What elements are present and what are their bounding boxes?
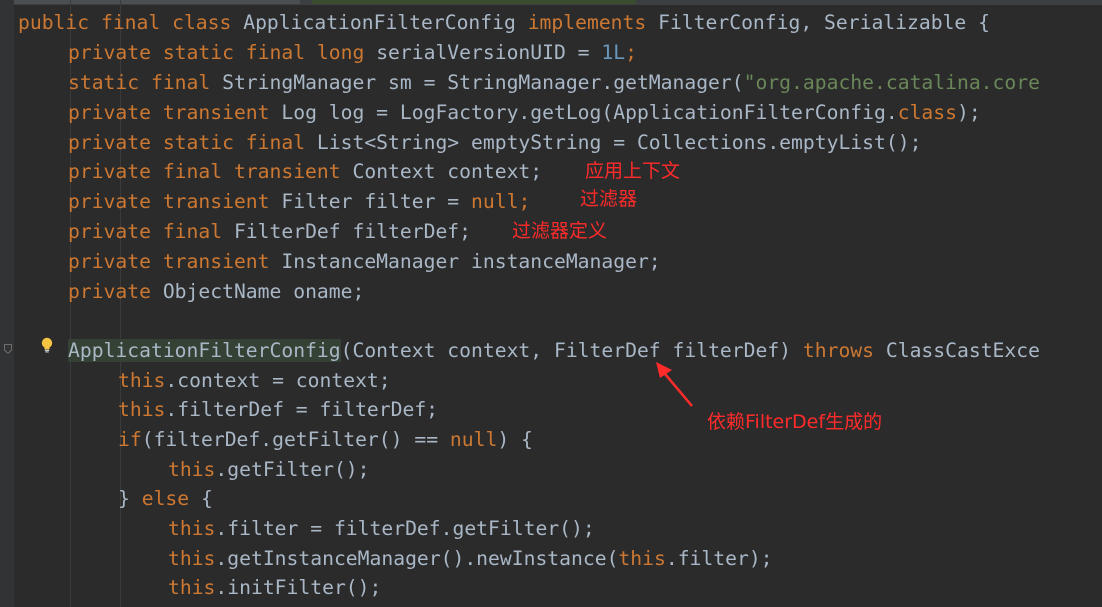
annotation-filter: 过滤器: [580, 188, 638, 210]
annotation-arrow-note: 依赖FilterDef生成的: [707, 411, 883, 433]
exception-name: ClassCastExce: [885, 339, 1040, 362]
code-text: .filter = filterDef.getFilter();: [215, 517, 595, 540]
code-text: Filter filter =: [281, 190, 472, 213]
code-text: StringManager sm = StringManager.getMana…: [222, 71, 744, 94]
annotation-filterdef: 过滤器定义: [512, 220, 608, 242]
code-text: FilterDef filterDef;: [233, 220, 472, 243]
code-text: InstanceManager instanceManager;: [281, 250, 661, 273]
code-text: }: [118, 487, 142, 510]
tab-inactive[interactable]: [0, 0, 300, 4]
code-text: (filterDef.getFilter() ==: [141, 428, 450, 451]
code-text: .filter);: [665, 547, 773, 570]
code-text: .filterDef = filterDef;: [165, 398, 439, 421]
code-line-sm[interactable]: static final StringManager sm = StringMa…: [68, 68, 1040, 98]
number-literal: 1L: [601, 41, 626, 64]
code-line-serial[interactable]: private static final long serialVersionU…: [68, 38, 637, 68]
code-text: List<String> emptyString = Collections.e…: [316, 131, 922, 154]
code-text: .context = context;: [165, 369, 391, 392]
code-line-this-filter[interactable]: this.filter = filterDef.getFilter();: [168, 514, 595, 544]
keyword: this: [168, 576, 216, 599]
code-text: ObjectName oname;: [162, 280, 365, 303]
keyword: else: [141, 487, 190, 510]
code-line-empty-string[interactable]: private static final List<String> emptyS…: [68, 128, 921, 158]
semicolon: ;: [518, 190, 531, 213]
tab-strip: [0, 0, 1102, 5]
code-line-oname[interactable]: private ObjectName oname;: [68, 277, 364, 307]
field-name: serialVersionUID =: [376, 41, 602, 64]
keyword: if: [118, 428, 142, 451]
keyword: private transient: [68, 190, 282, 213]
code-line-constructor[interactable]: ApplicationFilterConfig(Context context,…: [68, 336, 1040, 366]
code-line-else[interactable]: } else {: [118, 484, 213, 514]
class-name: ApplicationFilterConfig: [243, 11, 528, 34]
code-line-if[interactable]: if(filterDef.getFilter() == null) {: [118, 425, 533, 455]
keyword: null: [471, 190, 519, 213]
string-literal: "org.apache.catalina.core: [743, 71, 1040, 94]
keyword: this: [168, 517, 216, 540]
interfaces: FilterConfig, Serializable {: [658, 11, 990, 34]
keyword: class: [897, 101, 957, 124]
code-line-this-context[interactable]: this.context = context;: [118, 366, 391, 396]
red-arrow-icon: [656, 362, 693, 407]
lightbulb-icon[interactable]: [40, 337, 54, 353]
code-text: );: [956, 101, 981, 124]
keyword: this: [618, 547, 666, 570]
code-line-instance-manager[interactable]: private transient InstanceManager instan…: [68, 247, 661, 277]
code-text: Context context;: [352, 160, 543, 183]
code-line-get-filter[interactable]: this.getFilter();: [168, 455, 370, 485]
code-text: .initFilter();: [215, 576, 382, 599]
keyword: static final: [68, 71, 223, 94]
code-text: (Context context, FilterDef filterDef): [340, 339, 803, 362]
tab-active[interactable]: [312, 0, 636, 4]
code-line-new-instance[interactable]: this.getInstanceManager().newInstance(th…: [168, 544, 773, 574]
editor-gutter: [0, 0, 14, 607]
code-text: Log log = LogFactory.getLog(ApplicationF…: [281, 101, 898, 124]
keyword: this: [118, 398, 166, 421]
keyword: private static final long: [68, 41, 377, 64]
fold-marker-icon[interactable]: [4, 344, 12, 354]
code-line-class-decl[interactable]: public final class ApplicationFilterConf…: [18, 8, 990, 38]
keyword: throws: [802, 339, 886, 362]
keyword: implements: [527, 11, 659, 34]
keyword: null: [449, 428, 498, 451]
keyword: this: [168, 458, 216, 481]
code-line-filterdef[interactable]: private final FilterDef filterDef;: [68, 217, 471, 247]
annotation-context: 应用上下文: [585, 160, 681, 182]
keyword: private final transient: [68, 160, 353, 183]
code-line-context[interactable]: private final transient Context context;: [68, 157, 542, 187]
keyword: private transient: [68, 250, 282, 273]
keyword: this: [168, 547, 216, 570]
keyword: private: [68, 280, 163, 303]
keyword: private final: [68, 220, 234, 243]
keyword: public final class: [18, 11, 244, 34]
code-text: {: [189, 487, 213, 510]
constructor-name: ApplicationFilterConfig: [68, 339, 341, 362]
code-text: .getFilter();: [215, 458, 370, 481]
code-line-filter[interactable]: private transient Filter filter = null;: [68, 187, 530, 217]
code-editor[interactable]: public final class ApplicationFilterConf…: [0, 0, 1102, 607]
code-line-init-filter[interactable]: this.initFilter();: [168, 573, 381, 603]
keyword: this: [118, 369, 166, 392]
semicolon: ;: [625, 41, 637, 64]
keyword: private transient: [68, 101, 282, 124]
keyword: private static final: [68, 131, 317, 154]
code-text: .getInstanceManager().newInstance(: [215, 547, 619, 570]
code-line-this-filterdef[interactable]: this.filterDef = filterDef;: [118, 395, 438, 425]
code-text: ) {: [497, 428, 533, 451]
code-line-log[interactable]: private transient Log log = LogFactory.g…: [68, 98, 981, 128]
